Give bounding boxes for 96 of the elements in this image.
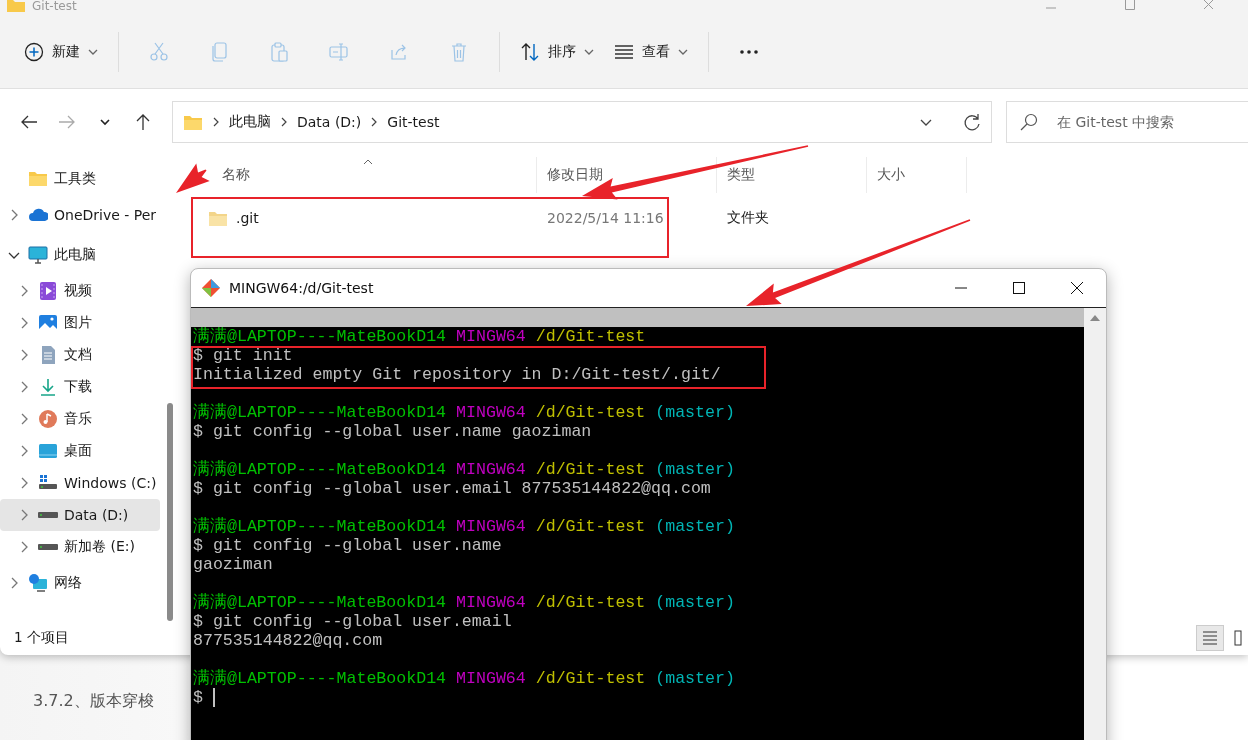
- view-button[interactable]: 查看: [604, 32, 698, 72]
- prompt-branch: (master): [655, 403, 735, 422]
- sidebar-item[interactable]: OneDrive - Per: [0, 195, 160, 235]
- output-line: Initialized empty Git repository in D:/Git-test/.git/: [193, 365, 721, 384]
- command-line: $ git init: [193, 346, 293, 365]
- prompt-path: /d/Git-test: [535, 517, 646, 536]
- sidebar-item[interactable]: Data (D:): [0, 499, 160, 531]
- sort-caret-icon: [363, 159, 374, 165]
- music-icon: [38, 409, 58, 429]
- item-count: 1 个项目: [14, 629, 69, 647]
- folder-icon: [208, 209, 228, 227]
- address-bar[interactable]: 此电脑 Data (D:) Git-test: [172, 101, 992, 143]
- column-header[interactable]: 名称: [222, 157, 537, 193]
- sidebar-item[interactable]: 下载: [0, 371, 160, 403]
- prompt-branch: (master): [655, 593, 735, 612]
- breadcrumb[interactable]: Git-test: [387, 114, 440, 130]
- sidebar-item[interactable]: 图片: [0, 307, 160, 339]
- minimize-icon: [955, 287, 967, 289]
- download-icon: [38, 377, 58, 397]
- command-line: $ git config --global user.email 877535144822@qq.com: [193, 479, 711, 498]
- refresh-icon: [962, 112, 982, 132]
- new-button[interactable]: 新建: [14, 32, 108, 72]
- command-line: $ git config --global user.email: [193, 612, 512, 631]
- window-title: MINGW64:/d/Git-test: [229, 280, 374, 296]
- prompt-user: 满满@LAPTOP----MateBookD14: [193, 517, 447, 536]
- scrollbar-thumb[interactable]: [167, 403, 173, 621]
- sidebar-item[interactable]: 桌面: [0, 435, 160, 467]
- prompt-user: 满满@LAPTOP----MateBookD14: [193, 593, 447, 612]
- maximize-icon: [1011, 280, 1027, 296]
- window-title: Git-test: [32, 0, 77, 13]
- view-toggle[interactable]: [1196, 625, 1224, 651]
- prompt-user: 满满@LAPTOP----MateBookD14: [193, 327, 447, 346]
- annotation-arrow: [176, 163, 210, 193]
- caret-icon: [584, 47, 594, 57]
- list-icon: [614, 42, 634, 62]
- sidebar-item[interactable]: 此电脑: [0, 235, 160, 275]
- sidebar-item[interactable]: 视频: [0, 275, 160, 307]
- maximize-icon[interactable]: [1123, 0, 1137, 10]
- scroll-up-icon[interactable]: [1090, 314, 1100, 322]
- breadcrumb[interactable]: Data (D:): [297, 114, 362, 130]
- sidebar-item[interactable]: Windows (C:): [0, 467, 160, 499]
- breadcrumb[interactable]: 此电脑: [229, 113, 271, 131]
- command-line: $: [193, 688, 203, 707]
- table-cell-text: 文件夹: [726, 209, 770, 227]
- sidebar-item[interactable]: 网络: [0, 563, 160, 603]
- search-field[interactable]: 在 Git-test 中搜索: [1006, 101, 1248, 143]
- close-icon[interactable]: [1202, 0, 1216, 10]
- prompt-path: /d/Git-test: [535, 327, 646, 346]
- prompt-path: /d/Git-test: [535, 593, 646, 612]
- monitor-icon: [28, 245, 48, 265]
- table-cell-text: 2022/5/14 11:16: [546, 210, 665, 226]
- image-icon: [38, 313, 58, 333]
- prompt-user: 满满@LAPTOP----MateBookD14: [193, 669, 447, 688]
- output-line: 877535144822@qq.com: [193, 631, 383, 650]
- folder-icon: [28, 169, 48, 189]
- desktop-icon: [38, 441, 58, 461]
- prompt-system: MINGW64: [456, 327, 526, 346]
- prompt-system: MINGW64: [456, 517, 526, 536]
- search-icon: [1020, 113, 1038, 131]
- prompt-user: 满满@LAPTOP----MateBookD14: [193, 403, 447, 422]
- caret-icon: [678, 47, 688, 57]
- prompt-branch: (master): [655, 460, 735, 479]
- diamond-icon: [201, 278, 221, 298]
- network-icon: [28, 573, 48, 593]
- prompt-path: /d/Git-test: [535, 403, 646, 422]
- folder-icon: [183, 113, 203, 131]
- file-name[interactable]: .git: [236, 210, 259, 226]
- close-icon: [1069, 280, 1085, 296]
- sidebar-item[interactable]: 工具类: [0, 163, 160, 195]
- prompt-system: MINGW64: [456, 403, 526, 422]
- sidebar-item[interactable]: 音乐: [0, 403, 160, 435]
- command-line: $ git config --global user.name: [193, 536, 502, 555]
- folder-icon: [6, 0, 26, 12]
- prompt-branch: (master): [655, 517, 735, 536]
- sort-button[interactable]: 排序: [510, 32, 604, 72]
- column-header[interactable]: 大小: [867, 157, 967, 193]
- prompt-user: 满满@LAPTOP----MateBookD14: [193, 460, 447, 479]
- prompt-branch: (master): [655, 669, 735, 688]
- drive-icon: [38, 512, 58, 518]
- video-icon: [38, 281, 58, 301]
- plus-icon: [24, 42, 44, 62]
- prompt-system: MINGW64: [456, 460, 526, 479]
- output-line: gaoziman: [193, 555, 273, 574]
- details-view-icon: [1201, 629, 1219, 647]
- sort-icon: [520, 42, 540, 62]
- command-line: $ git config --global user.name gaoziman: [193, 422, 592, 441]
- sidebar-item[interactable]: 新加卷 (E:): [0, 531, 160, 563]
- scrollbar[interactable]: [1084, 308, 1106, 740]
- prompt-path: /d/Git-test: [535, 669, 646, 688]
- drive-icon: [38, 544, 58, 550]
- document-heading: 3.7.2、版本穿梭: [33, 690, 154, 712]
- sidebar-item[interactable]: 文档: [0, 339, 160, 371]
- prompt-path: /d/Git-test: [535, 460, 646, 479]
- caret-icon: [88, 47, 98, 57]
- prompt-system: MINGW64: [456, 593, 526, 612]
- prompt-system: MINGW64: [456, 669, 526, 688]
